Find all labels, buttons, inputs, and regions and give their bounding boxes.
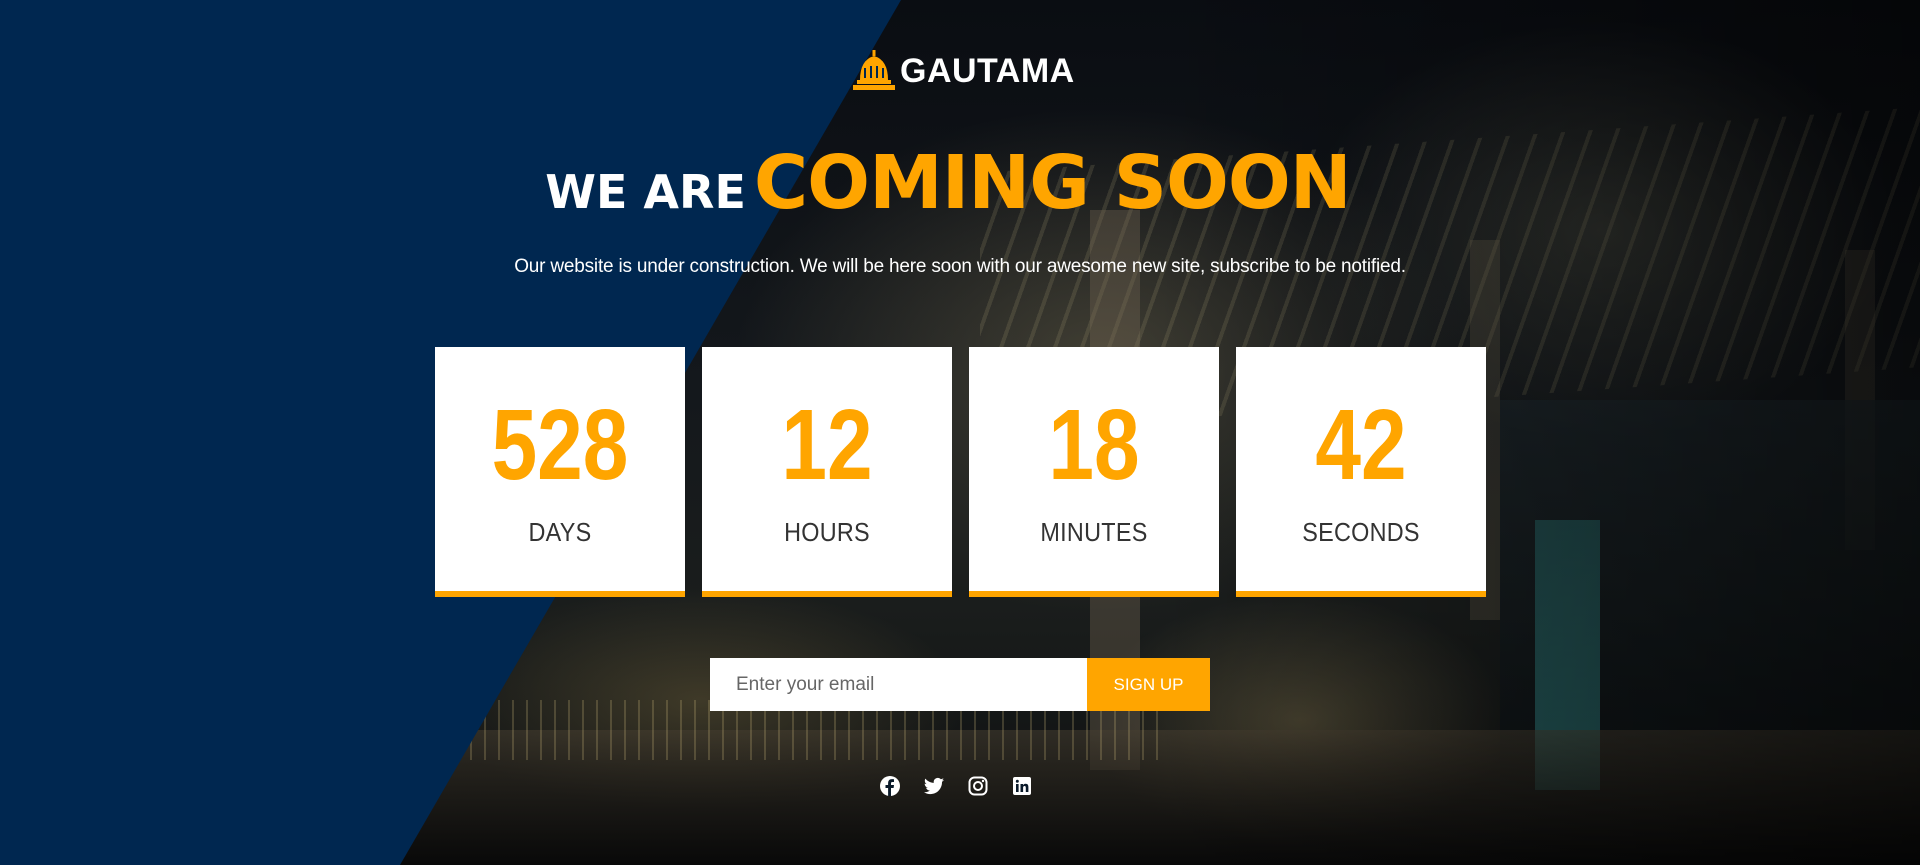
email-field[interactable] bbox=[710, 658, 1087, 711]
brand-name: GAUTAMA bbox=[900, 51, 1075, 90]
countdown-value: 12 bbox=[781, 389, 873, 501]
countdown-seconds: 42 SECONDS bbox=[1236, 347, 1486, 597]
headline-prefix: WE ARE bbox=[545, 165, 746, 219]
headline-main: COMING SOON bbox=[753, 140, 1352, 226]
sign-up-button[interactable]: SIGN UP bbox=[1087, 658, 1210, 711]
twitter-link[interactable] bbox=[924, 776, 944, 796]
countdown-timer: 528 DAYS 12 HOURS 18 MINUTES 42 SECONDS bbox=[435, 347, 1486, 597]
linkedin-icon bbox=[1013, 777, 1031, 795]
subtitle: Our website is under construction. We wi… bbox=[514, 256, 1406, 277]
instagram-link[interactable] bbox=[968, 776, 988, 796]
twitter-icon bbox=[924, 777, 944, 795]
subscribe-form: SIGN UP bbox=[710, 658, 1210, 711]
countdown-minutes: 18 MINUTES bbox=[969, 347, 1219, 597]
countdown-value: 18 bbox=[1048, 389, 1140, 501]
countdown-label: HOURS bbox=[784, 517, 870, 547]
page-title: WE ARE COMING SOON bbox=[0, 140, 1920, 226]
coming-soon-content: GAUTAMA WE ARE COMING SOON Our website is… bbox=[0, 0, 1920, 865]
brand-logo[interactable]: GAUTAMA bbox=[850, 50, 1075, 92]
countdown-label: SECONDS bbox=[1302, 517, 1420, 547]
dome-icon bbox=[853, 50, 895, 90]
social-links bbox=[880, 776, 1032, 796]
instagram-icon bbox=[968, 776, 988, 796]
countdown-days: 528 DAYS bbox=[435, 347, 685, 597]
countdown-hours: 12 HOURS bbox=[702, 347, 952, 597]
countdown-value: 528 bbox=[491, 389, 629, 501]
facebook-icon bbox=[880, 776, 900, 796]
facebook-link[interactable] bbox=[880, 776, 900, 796]
linkedin-link[interactable] bbox=[1012, 776, 1032, 796]
countdown-label: MINUTES bbox=[1040, 517, 1148, 547]
countdown-label: DAYS bbox=[528, 517, 592, 547]
countdown-value: 42 bbox=[1315, 389, 1407, 501]
